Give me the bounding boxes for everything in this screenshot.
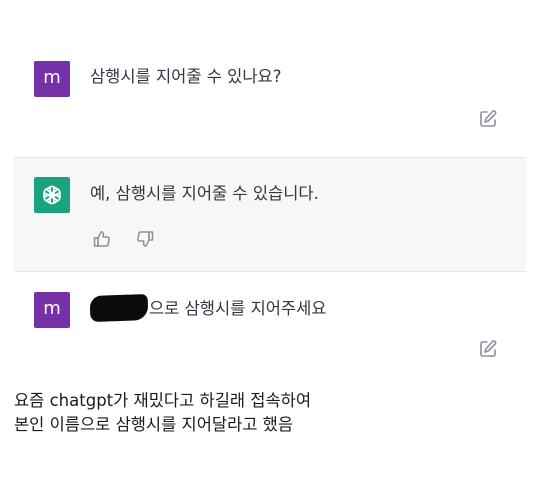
post-caption: 요즘 chatgpt가 재밌다고 하길래 접속하여 본인 이름으로 삼행시를 지… [14,389,311,437]
assistant-message-text: 예, 삼행시를 지어줄 수 있습니다. [90,184,319,203]
user-avatar: m [34,61,70,97]
assistant-message: 예, 삼행시를 지어줄 수 있습니다. [14,157,526,272]
thumbs-down-icon[interactable] [135,229,155,249]
edit-icon[interactable] [478,339,498,359]
user-avatar: m [34,292,70,328]
redaction-scribble [89,293,149,323]
openai-logo-icon [34,177,70,213]
user-avatar-letter: m [43,298,61,319]
user-message-line: 으로 삼행시를 지어주세요 [89,293,327,323]
user-avatar-letter: m [43,67,61,88]
thumbs-up-icon[interactable] [92,229,112,249]
caption-line-1: 요즘 chatgpt가 재밌다고 하길래 접속하여 [14,391,312,410]
user-message-2: m 으로 삼행시를 지어주세요 [14,273,526,373]
user-message-text: 삼행시를 지어줄 수 있나요? [90,67,282,86]
page: m 삼행시를 지어줄 수 있나요? 예, 삼행시를 지어줄 수 있습니다. m … [0,0,540,481]
edit-icon[interactable] [478,109,498,129]
user-message-text: 으로 삼행시를 지어주세요 [149,299,327,318]
user-message-1: m 삼행시를 지어줄 수 있나요? [14,40,526,156]
caption-line-2: 본인 이름으로 삼행시를 지어달라고 했음 [14,415,294,434]
